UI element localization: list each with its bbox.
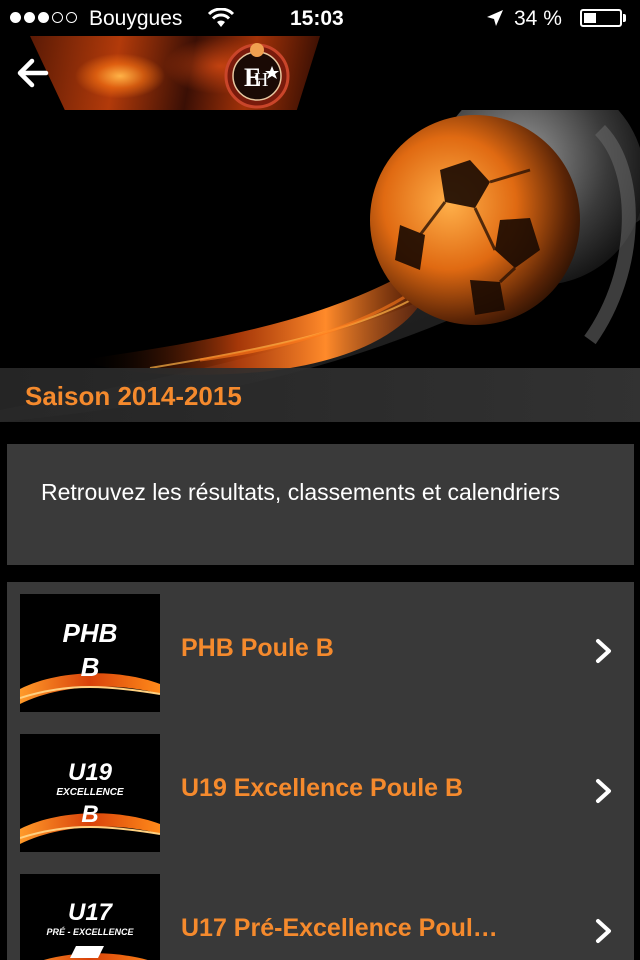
battery-percent: 34 % — [514, 7, 562, 30]
thumbnail-line-1: U17 — [68, 899, 114, 926]
location-arrow-icon — [487, 10, 503, 26]
battery-tip — [623, 14, 626, 22]
club-crest-logo: E H — [224, 43, 290, 109]
list-item-label: U19 Excellence Poule B — [181, 774, 464, 802]
signal-dot — [38, 12, 49, 23]
list-item-u19[interactable]: U19 EXCELLENCE B U19 Excellence Poule B — [7, 722, 634, 862]
status-bar: Bouygues 15:03 34 % — [0, 0, 640, 36]
season-title: Saison 2014-2015 — [25, 381, 242, 411]
thumbnail-line-3: B — [81, 652, 100, 682]
chevron-right-icon — [596, 639, 611, 663]
list-item-u17[interactable]: U17 PRÉ - EXCELLENCE U17 Pré-Excellence … — [7, 862, 634, 960]
clock: 15:03 — [290, 7, 344, 30]
battery-icon — [580, 9, 622, 27]
thumbnail-line-3: B — [81, 801, 98, 828]
hero-banner: Saison 2014-2015 — [0, 110, 640, 422]
list-item-label: U17 Pré-Excellence Poul… — [181, 914, 498, 942]
chevron-right-icon — [596, 779, 611, 803]
competition-thumbnail: U19 EXCELLENCE B — [20, 734, 160, 852]
list-item-label: PHB Poule B — [181, 634, 334, 662]
thumbnail-line-2: EXCELLENCE — [56, 787, 124, 798]
list-item-phb[interactable]: PHB B PHB Poule B — [7, 582, 634, 722]
thumbnail-line-2: PRÉ - EXCELLENCE — [46, 927, 134, 937]
signal-dot — [24, 12, 35, 23]
thumbnail-line-1: PHB — [63, 618, 118, 648]
season-title-bar: Saison 2014-2015 — [0, 368, 640, 422]
signal-dot — [10, 12, 21, 23]
signal-strength-icon — [10, 12, 77, 23]
signal-dot — [66, 12, 77, 23]
thumbnail-line-1: U19 — [68, 759, 113, 786]
back-arrow-icon[interactable] — [16, 58, 50, 88]
app-header: E H — [0, 36, 640, 110]
competition-thumbnail: U17 PRÉ - EXCELLENCE — [20, 874, 160, 960]
competition-list: PHB B PHB Poule B U19 EXCELLENCE B U19 E… — [7, 582, 634, 960]
competition-thumbnail: PHB B — [20, 594, 160, 712]
chevron-right-icon — [596, 919, 611, 943]
svg-text:H: H — [254, 69, 268, 91]
battery-fill — [584, 13, 596, 23]
intro-panel: Retrouvez les résultats, classements et … — [7, 444, 634, 565]
wifi-icon — [207, 8, 235, 27]
intro-text: Retrouvez les résultats, classements et … — [41, 479, 560, 505]
carrier-name: Bouygues — [89, 7, 183, 30]
signal-dot — [52, 12, 63, 23]
